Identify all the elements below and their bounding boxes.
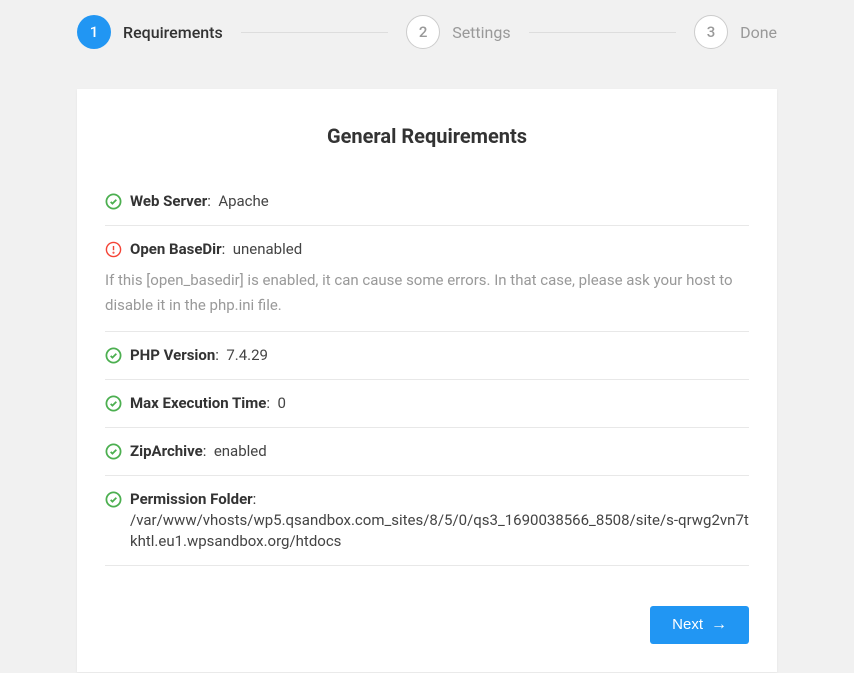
check-circle-icon	[105, 395, 122, 412]
req-ziparchive: ZipArchive: enabled	[105, 428, 749, 476]
req-text: PHP Version: 7.4.29	[130, 345, 268, 366]
next-button[interactable]: Next →	[650, 606, 749, 644]
req-permission-folder: Permission Folder:/var/www/vhosts/wp5.qs…	[105, 476, 749, 566]
step-settings[interactable]: 2 Settings	[406, 15, 510, 49]
req-text: Open BaseDir: unenabled	[130, 239, 302, 260]
next-button-label: Next	[672, 616, 703, 633]
check-circle-icon	[105, 491, 122, 508]
step-circle: 3	[694, 15, 728, 49]
req-web-server: Web Server: Apache	[105, 178, 749, 226]
check-circle-icon	[105, 347, 122, 364]
stepper: 1 Requirements 2 Settings 3 Done	[77, 15, 777, 49]
check-circle-icon	[105, 443, 122, 460]
arrow-right-icon: →	[711, 616, 727, 634]
req-text: Max Execution Time: 0	[130, 393, 286, 414]
step-done[interactable]: 3 Done	[694, 15, 777, 49]
step-label: Done	[740, 23, 777, 42]
check-circle-icon	[105, 193, 122, 210]
req-max-execution: Max Execution Time: 0	[105, 380, 749, 428]
page-title: General Requirements	[105, 124, 749, 148]
step-line	[529, 32, 676, 33]
req-description: If this [open_basedir] is enabled, it ca…	[105, 268, 749, 318]
step-requirements[interactable]: 1 Requirements	[77, 15, 223, 49]
alert-circle-icon	[105, 241, 122, 258]
req-text: Web Server: Apache	[130, 191, 269, 212]
step-circle: 2	[406, 15, 440, 49]
req-open-basedir: Open BaseDir: unenabled If this [open_ba…	[105, 226, 749, 332]
step-circle: 1	[77, 15, 111, 49]
footer: Next →	[105, 606, 749, 644]
req-text: Permission Folder:/var/www/vhosts/wp5.qs…	[130, 489, 749, 552]
step-label: Settings	[452, 23, 510, 42]
req-php-version: PHP Version: 7.4.29	[105, 332, 749, 380]
step-label: Requirements	[123, 23, 223, 42]
requirements-card: General Requirements Web Server: Apache …	[77, 89, 777, 672]
req-text: ZipArchive: enabled	[130, 441, 267, 462]
step-line	[241, 32, 388, 33]
